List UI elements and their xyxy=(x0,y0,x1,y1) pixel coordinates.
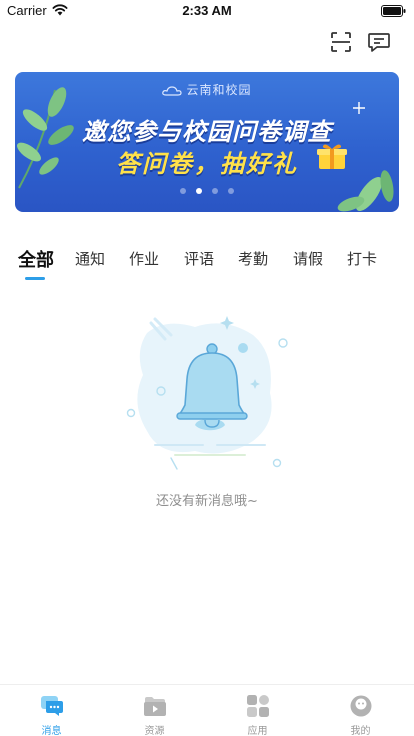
tab-checkin[interactable]: 打卡 xyxy=(347,248,377,269)
chat-bubble-icon[interactable] xyxy=(367,30,391,54)
tab-attendance[interactable]: 考勤 xyxy=(238,248,268,269)
nav-label: 消息 xyxy=(41,726,62,736)
carousel-dot[interactable] xyxy=(228,188,234,194)
banner-logo: 云南和校园 xyxy=(15,81,399,98)
message-icon xyxy=(41,696,63,716)
tab-homework[interactable]: 作业 xyxy=(129,248,159,269)
video-folder-icon xyxy=(144,697,166,716)
profile-icon xyxy=(350,695,372,717)
bottom-nav: 消息 资源 应用 我的 xyxy=(0,684,414,736)
carousel-dot[interactable] xyxy=(212,188,218,194)
gift-icon xyxy=(317,144,347,169)
nav-item-apps[interactable]: 应用 xyxy=(206,685,309,736)
nav-item-resources[interactable]: 资源 xyxy=(103,685,206,736)
tab-notice[interactable]: 通知 xyxy=(75,248,105,269)
empty-state-text: 还没有新消息哦~ xyxy=(156,494,258,509)
tab-comments[interactable]: 评语 xyxy=(184,248,214,269)
bell-icon xyxy=(126,316,288,470)
carousel-indicator xyxy=(15,188,399,194)
promo-banner[interactable]: 云南和校园 邀您参与校园问卷调查 答问卷，抽好礼 xyxy=(15,72,399,212)
nav-item-profile[interactable]: 我的 xyxy=(309,685,412,736)
carousel-dot-active[interactable] xyxy=(196,188,202,194)
category-tabs: 全部 通知 作业 评语 考勤 请假 打卡 xyxy=(0,248,414,284)
nav-item-messages[interactable]: 消息 xyxy=(0,685,103,736)
banner-logo-text: 云南和校园 xyxy=(186,83,252,97)
apps-grid-icon xyxy=(247,695,269,717)
status-bar: Carrier 2:33 AM xyxy=(0,0,414,22)
nav-label: 应用 xyxy=(247,726,268,736)
tab-leave[interactable]: 请假 xyxy=(293,248,323,269)
clock: 2:33 AM xyxy=(182,3,232,18)
active-tab-indicator xyxy=(25,277,45,280)
nav-label: 资源 xyxy=(144,726,165,736)
carousel-dot[interactable] xyxy=(180,188,186,194)
tab-all[interactable]: 全部 xyxy=(18,246,54,272)
scan-icon[interactable] xyxy=(330,31,352,53)
cloud-icon xyxy=(162,85,183,96)
nav-label: 我的 xyxy=(350,726,371,736)
battery-icon xyxy=(381,5,406,17)
